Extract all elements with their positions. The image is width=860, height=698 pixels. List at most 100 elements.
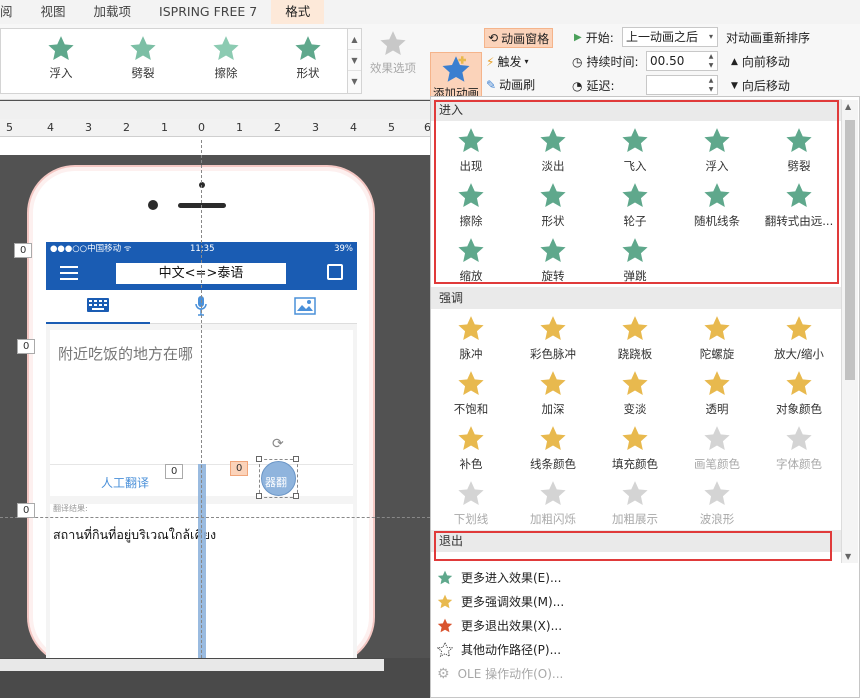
resize-handle[interactable]: [293, 493, 299, 499]
animation-pane-button[interactable]: ⟲ 动画窗格: [484, 28, 554, 48]
delay-field[interactable]: ▲ ▼: [646, 75, 718, 95]
scroll-up-icon[interactable]: ▲: [845, 102, 851, 111]
result-label: 翻译结果:: [53, 504, 88, 513]
float-in-star-icon: [48, 36, 74, 60]
entrance-effect-4[interactable]: 劈裂: [758, 127, 840, 174]
scroll-up-icon[interactable]: ▲: [348, 29, 361, 50]
gallery-item-float-in[interactable]: 浮入: [31, 35, 91, 81]
emphasis-effect-6[interactable]: 加深: [512, 370, 594, 417]
move-earlier-button[interactable]: ▲ 向前移动: [731, 53, 790, 70]
tab-format[interactable]: 格式: [271, 0, 325, 24]
emphasis-effect-10[interactable]: 补色: [430, 425, 512, 472]
emphasis-effect-12[interactable]: 填充颜色: [594, 425, 676, 472]
entrance-effect-7[interactable]: 轮子: [594, 182, 676, 229]
resize-handle[interactable]: [256, 456, 262, 462]
entrance-effect-8[interactable]: 随机线条: [676, 182, 758, 229]
duration-spinner[interactable]: ▲ ▼: [705, 52, 717, 70]
animation-pane-icon: ⟲: [488, 31, 499, 45]
entrance-effect-5[interactable]: 擦除: [430, 182, 512, 229]
gallery-expand-icon[interactable]: ▼: [348, 71, 361, 92]
tab-view[interactable]: 视图: [27, 0, 80, 24]
gallery-item-split[interactable]: 劈裂: [113, 35, 173, 81]
animation-order-tag[interactable]: 0: [14, 243, 33, 258]
emphasis-effect-16[interactable]: 加粗闪烁: [512, 480, 594, 527]
start-select[interactable]: 上一动画之后 ▾: [622, 27, 718, 47]
resize-handle[interactable]: [293, 456, 299, 462]
vertical-guide[interactable]: [201, 140, 202, 658]
other-motion-paths[interactable]: 其他动作路径(P)...: [437, 641, 561, 658]
more-exit-effects[interactable]: 更多退出效果(X)...: [437, 617, 562, 634]
resize-handle[interactable]: [256, 493, 262, 499]
entrance-effect-6[interactable]: 形状: [512, 182, 594, 229]
scroll-thumb[interactable]: [845, 120, 855, 380]
dictionary-icon[interactable]: [327, 264, 343, 280]
entrance-effect-9[interactable]: 翻转式由远...: [758, 182, 840, 229]
gallery-item-wipe[interactable]: 擦除: [196, 35, 256, 81]
delay-spinner[interactable]: ▲ ▼: [705, 76, 717, 94]
ole-action-verbs[interactable]: ⚙ OLE 操作动作(O)...: [437, 665, 563, 682]
more-entrance-effects[interactable]: 更多进入效果(E)...: [437, 569, 561, 586]
effect-label: 对象颜色: [776, 402, 822, 416]
shape-star-icon: [295, 36, 321, 60]
emphasis-star-icon: [786, 426, 812, 450]
animation-order-tag[interactable]: 0: [165, 464, 184, 479]
more-emphasis-effects[interactable]: 更多强调效果(M)...: [437, 593, 564, 610]
emphasis-effect-11[interactable]: 线条颜色: [512, 425, 594, 472]
effect-label: 擦除: [459, 214, 483, 228]
entrance-effect-1[interactable]: 淡出: [512, 127, 594, 174]
entrance-effect-3[interactable]: 浮入: [676, 127, 758, 174]
emphasis-effect-3[interactable]: 陀螺旋: [676, 315, 758, 362]
emphasis-effect-17[interactable]: 加粗展示: [594, 480, 676, 527]
selected-bar-shape[interactable]: [198, 464, 206, 658]
scroll-down-icon[interactable]: ▼: [348, 50, 361, 71]
tab-ispring[interactable]: ISPRING FREE 7: [145, 0, 271, 24]
emphasis-effect-9[interactable]: 对象颜色: [758, 370, 840, 417]
animation-order-tag-selected[interactable]: 0: [230, 461, 249, 476]
emphasis-effect-14[interactable]: 字体颜色: [758, 425, 840, 472]
entrance-effect-11[interactable]: 旋转: [512, 237, 594, 284]
entrance-effect-10[interactable]: 缩放: [430, 237, 512, 284]
emphasis-effect-8[interactable]: 透明: [676, 370, 758, 417]
effect-label: 画笔颜色: [694, 457, 740, 471]
duration-field[interactable]: 00.50 ▲ ▼: [646, 51, 718, 71]
move-later-button[interactable]: ▼ 向后移动: [731, 77, 790, 94]
horizontal-scrollbar[interactable]: [0, 659, 384, 671]
emphasis-effect-7[interactable]: 变淡: [594, 370, 676, 417]
emphasis-star-icon: [622, 316, 648, 340]
entrance-effect-12[interactable]: 弹跳: [594, 237, 676, 284]
tab-addins[interactable]: 加载项: [80, 0, 146, 24]
gallery-item-shape[interactable]: 形状: [278, 35, 338, 81]
animation-order-tag[interactable]: 0: [17, 503, 36, 518]
effect-label: 不饱和: [453, 402, 489, 416]
entrance-effect-0[interactable]: 出现: [430, 127, 512, 174]
effect-options-button[interactable]: 效果选项: [366, 30, 420, 76]
emphasis-effect-5[interactable]: 不饱和: [430, 370, 512, 417]
effect-label: 脉冲: [459, 347, 483, 361]
menu-icon[interactable]: [60, 266, 78, 284]
emphasis-effect-1[interactable]: 彩色脉冲: [512, 315, 594, 362]
trigger-button[interactable]: ⚡ 触发 ▾: [486, 53, 528, 70]
reorder-title: 对动画重新排序: [726, 31, 811, 45]
human-translate-button[interactable]: 人工翻译: [101, 474, 149, 491]
emphasis-effect-18[interactable]: 波浪形: [676, 480, 758, 527]
effect-label: 陀螺旋: [699, 347, 735, 361]
tab-review[interactable]: 阅: [0, 0, 27, 24]
rotate-handle-icon[interactable]: ⟳: [272, 436, 284, 452]
green-star-icon: [437, 570, 453, 584]
scroll-down-icon[interactable]: ▼: [845, 552, 851, 561]
effect-options-icon: [380, 31, 406, 55]
entrance-star-icon: [458, 128, 484, 152]
image-icon[interactable]: [294, 297, 316, 315]
emphasis-effect-15[interactable]: 下划线: [430, 480, 512, 527]
keyboard-icon[interactable]: [87, 298, 109, 312]
emphasis-effect-2[interactable]: 跷跷板: [594, 315, 676, 362]
panel-scrollbar[interactable]: ▲ ▼: [841, 100, 858, 563]
animation-order-tag[interactable]: 0: [17, 339, 36, 354]
gallery-scroll[interactable]: ▲ ▼ ▼: [347, 29, 361, 93]
emphasis-effect-13[interactable]: 画笔颜色: [676, 425, 758, 472]
emphasis-effect-0[interactable]: 脉冲: [430, 315, 512, 362]
animation-painter-button[interactable]: ✎ 动画刷: [486, 76, 535, 93]
horizontal-guide[interactable]: [0, 517, 430, 518]
emphasis-effect-4[interactable]: 放大/缩小: [758, 315, 840, 362]
entrance-effect-2[interactable]: 飞入: [594, 127, 676, 174]
